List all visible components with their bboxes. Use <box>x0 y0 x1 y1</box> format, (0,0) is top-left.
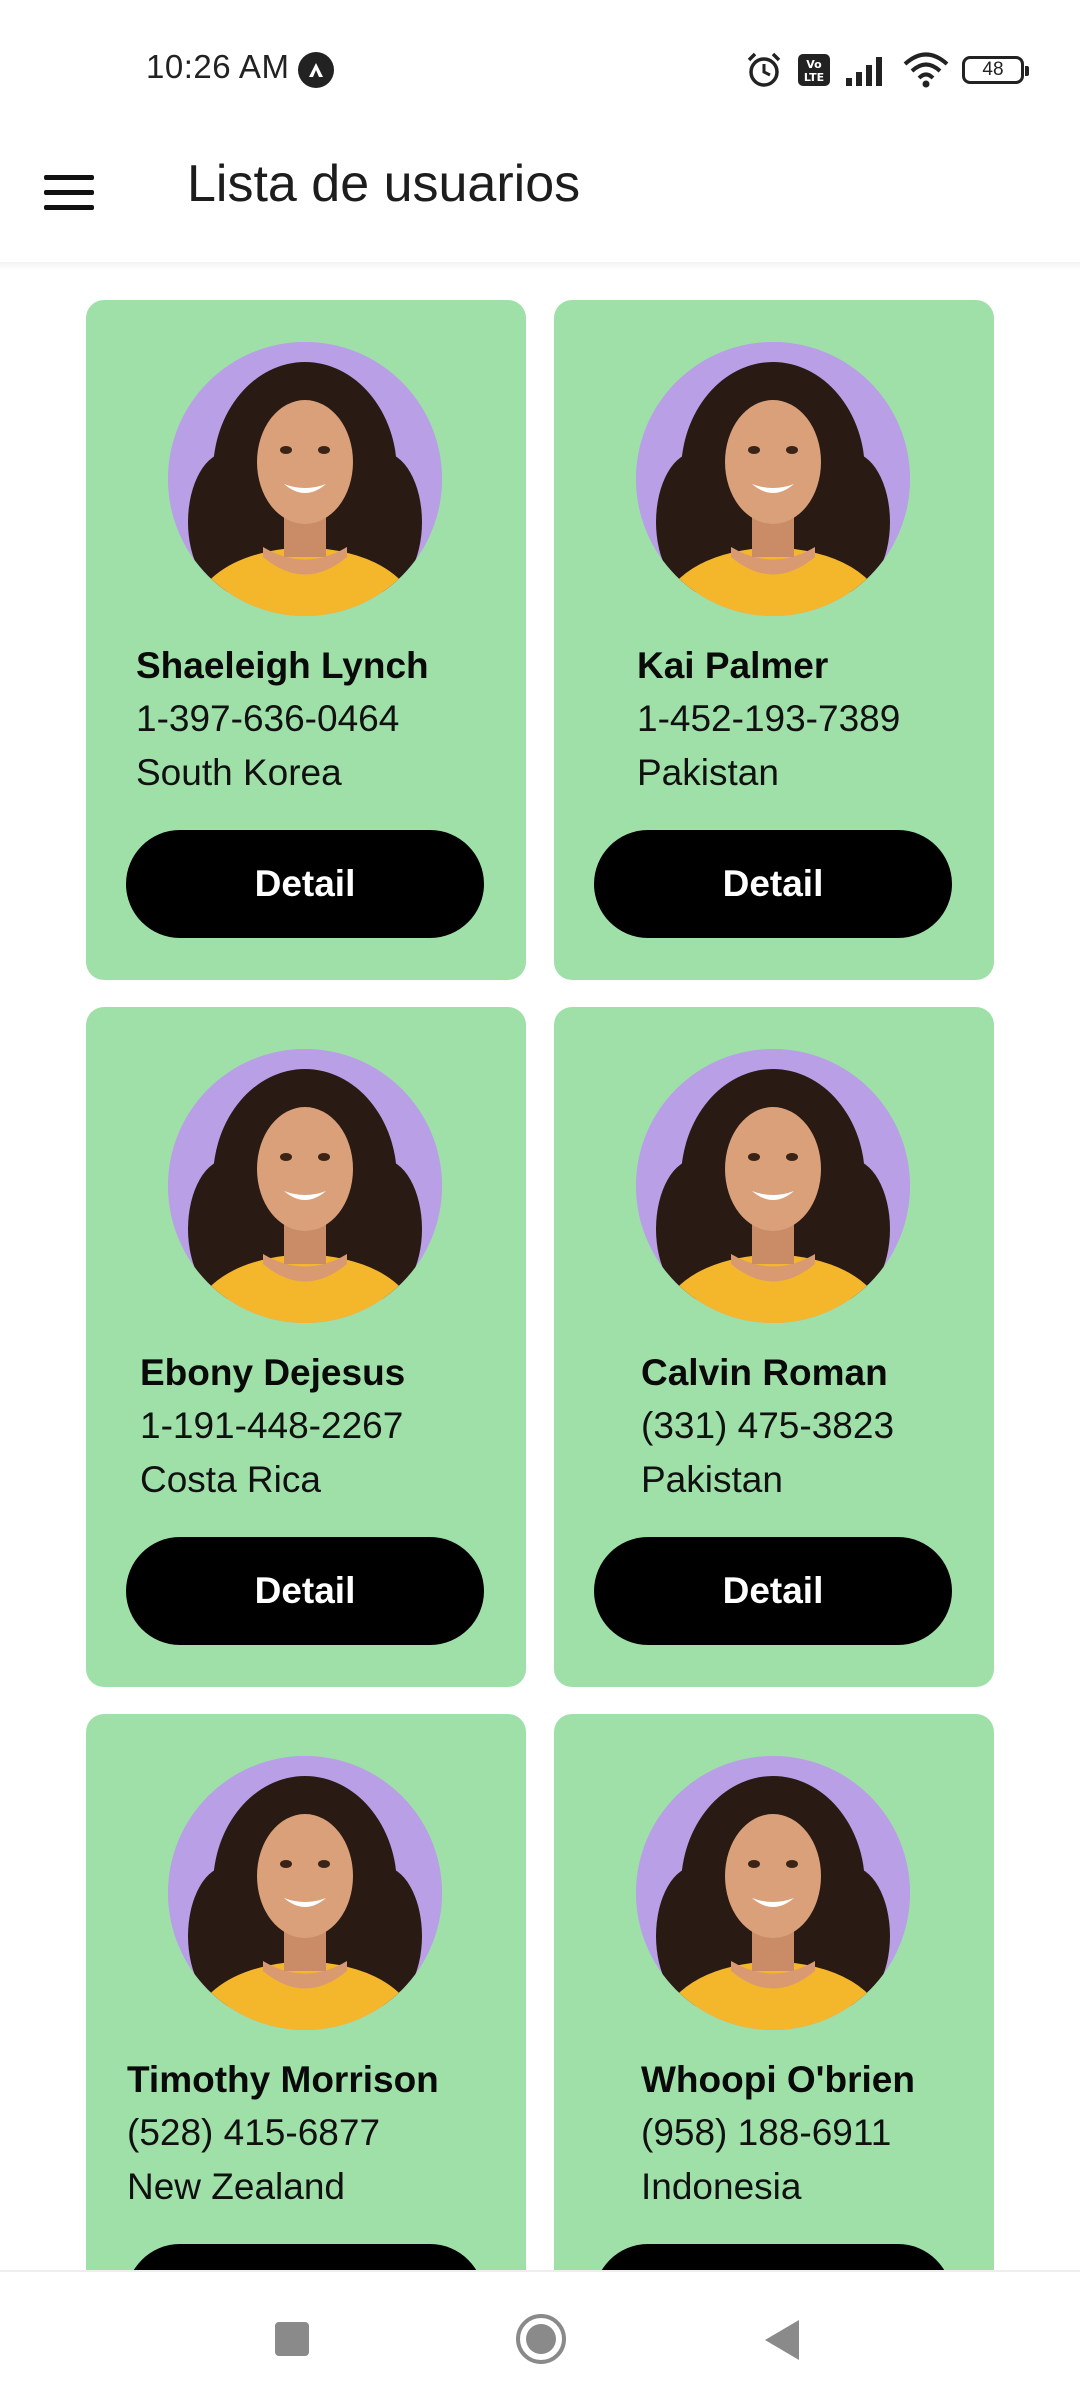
detail-button[interactable]: Detail <box>126 2244 484 2270</box>
wifi-icon <box>903 52 949 88</box>
status-icons: Vo LTE 48 <box>744 48 1029 92</box>
avatar <box>636 1756 910 2030</box>
avatar-illustration <box>168 1049 442 1323</box>
auto-icon <box>298 52 334 88</box>
user-country: Costa Rica <box>140 1459 321 1500</box>
page-title: Lista de usuarios <box>187 155 581 213</box>
avatar <box>168 1756 442 2030</box>
detail-button[interactable]: Detail <box>594 2244 952 2270</box>
user-grid[interactable]: Shaeleigh Lynch 1-397-636-0464 South Korea… <box>86 300 996 2270</box>
detail-button[interactable]: Detail <box>594 1537 952 1645</box>
user-name: Timothy Morrison <box>127 2059 439 2100</box>
user-name: Kai Palmer <box>637 645 829 686</box>
user-card: Timothy Morrison (528) 415-6877 New Zealan… <box>86 1714 526 2270</box>
user-phone: 1-397-636-0464 <box>136 698 400 739</box>
user-phone: (528) 415-6877 <box>127 2112 381 2153</box>
user-card: Whoopi O'brien (958) 188-6911 Indonesia Det… <box>554 1714 994 2270</box>
user-card: Ebony Dejesus 1-191-448-2267 Costa Rica Det… <box>86 1007 526 1687</box>
avatar <box>168 1049 442 1323</box>
avatar-illustration <box>168 1756 442 2030</box>
user-card: Calvin Roman (331) 475-3823 Pakistan Detail <box>554 1007 994 1687</box>
home-icon[interactable] <box>516 2314 566 2364</box>
avatar-illustration <box>636 1756 910 2030</box>
avatar <box>168 342 442 616</box>
status-bar: 10:26 AM Vo LTE 48 <box>0 0 1080 140</box>
avatar <box>636 1049 910 1323</box>
app-bar-shadow <box>0 262 1080 270</box>
user-card: Shaeleigh Lynch 1-397-636-0464 South Korea… <box>86 300 526 980</box>
avatar-illustration <box>636 342 910 616</box>
user-name: Calvin Roman <box>641 1352 888 1393</box>
svg-text:LTE: LTE <box>804 71 824 84</box>
user-card: Kai Palmer 1-452-193-7389 Pakistan Detail <box>554 300 994 980</box>
user-country: Pakistan <box>637 752 779 793</box>
detail-button[interactable]: Detail <box>594 830 952 938</box>
user-name: Shaeleigh Lynch <box>136 645 429 686</box>
avatar-illustration <box>168 342 442 616</box>
alarm-icon <box>747 52 781 87</box>
recent-apps-icon[interactable] <box>275 2322 309 2356</box>
user-name: Ebony Dejesus <box>140 1352 406 1393</box>
user-phone: (958) 188-6911 <box>641 2112 892 2153</box>
status-time: 10:26 AM <box>146 48 290 85</box>
hamburger-menu-icon[interactable] <box>44 164 100 220</box>
user-country: Pakistan <box>641 1459 783 1500</box>
user-phone: (331) 475-3823 <box>641 1405 895 1446</box>
avatar <box>636 342 910 616</box>
signal-icon <box>846 57 882 86</box>
avatar-illustration <box>636 1049 910 1323</box>
system-nav-bar <box>0 2270 1080 2402</box>
volte-icon: Vo LTE <box>798 54 830 86</box>
app-bar: Lista de usuarios <box>0 140 1080 260</box>
back-icon[interactable] <box>765 2320 799 2360</box>
svg-text:Vo: Vo <box>806 58 822 71</box>
battery-icon: 48 <box>962 56 1029 84</box>
user-country: South Korea <box>136 752 342 793</box>
user-name: Whoopi O'brien <box>641 2059 915 2100</box>
user-phone: 1-191-448-2267 <box>140 1405 404 1446</box>
detail-button[interactable]: Detail <box>126 830 484 938</box>
user-phone: 1-452-193-7389 <box>637 698 901 739</box>
detail-button[interactable]: Detail <box>126 1537 484 1645</box>
user-country: New Zealand <box>127 2166 346 2207</box>
user-country: Indonesia <box>641 2166 802 2207</box>
